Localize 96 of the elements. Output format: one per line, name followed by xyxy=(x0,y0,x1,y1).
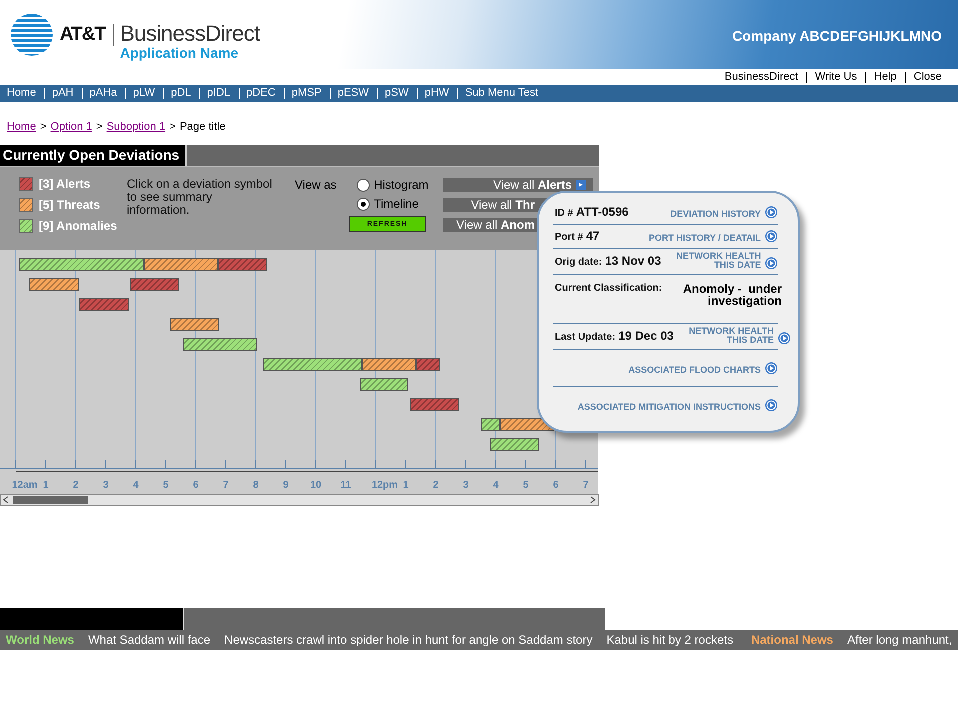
axis-label: 3 xyxy=(103,480,109,491)
axis-label: 9 xyxy=(283,480,289,491)
nav-item[interactable]: pESW xyxy=(330,88,378,99)
radio-label[interactable]: Timeline xyxy=(374,197,419,211)
axis-label: 4 xyxy=(133,480,139,491)
axis-label: 2 xyxy=(73,480,79,491)
classification-value: Anomoly - under investigation xyxy=(682,283,782,307)
breadcrumb-link[interactable]: Home xyxy=(7,121,36,133)
news-headline[interactable]: After long manhunt, xyxy=(847,633,952,647)
card-link[interactable]: ASSOCIATED MITIGATION INSTRUCTIONS xyxy=(578,398,778,412)
deviation-bar[interactable] xyxy=(490,438,539,451)
card-link[interactable]: DEVIATION HISTORY xyxy=(670,206,778,218)
deviation-bar[interactable] xyxy=(19,258,144,271)
card-link[interactable]: NETWORK HEALTH THIS DATE xyxy=(673,252,778,270)
breadcrumb-separator: > xyxy=(40,121,47,133)
nav-item[interactable]: pIDL xyxy=(199,88,239,99)
axis-label: 7 xyxy=(223,480,229,491)
header-link[interactable]: BusinessDirect xyxy=(716,72,806,82)
header-link[interactable]: Close xyxy=(904,72,950,82)
axis-label: 8 xyxy=(253,480,259,491)
axis-label: 1 xyxy=(43,480,49,491)
deviation-bar[interactable] xyxy=(144,258,218,271)
deviation-bar[interactable] xyxy=(183,338,257,351)
nav-item[interactable]: pHW xyxy=(416,88,458,99)
nav-item[interactable]: pAH xyxy=(44,88,82,99)
globe-logo-icon xyxy=(10,12,54,56)
company-name: Company ABCDEFGHIJKLMNO xyxy=(732,28,942,44)
arrow-circle-icon[interactable] xyxy=(765,230,778,242)
axis-label: 7 xyxy=(583,480,589,491)
deviation-bar[interactable] xyxy=(481,418,500,431)
horizontal-scrollbar[interactable] xyxy=(0,494,599,506)
view-all-button[interactable]: View all Alerts xyxy=(443,178,593,192)
field-label: Current Classification: xyxy=(554,283,662,294)
scroll-left-icon[interactable] xyxy=(1,495,11,505)
breadcrumb-separator: > xyxy=(96,121,103,133)
axis-label: 11 xyxy=(340,480,352,491)
arrow-circle-icon[interactable] xyxy=(765,257,778,270)
breadcrumb-link[interactable]: Suboption 1 xyxy=(106,121,166,133)
field-label: Orig date: xyxy=(555,257,602,268)
card-link[interactable]: PORT HISTORY / DEATAIL xyxy=(648,230,778,242)
field-value: 47 xyxy=(586,229,600,243)
deviation-bar[interactable] xyxy=(362,358,416,371)
box-icon xyxy=(576,180,586,190)
scroll-right-icon[interactable] xyxy=(588,495,598,505)
axis-label: 10 xyxy=(310,480,322,491)
scrollbar-thumb[interactable] xyxy=(13,496,88,504)
axis-label: 12am xyxy=(12,480,38,491)
news-headline[interactable]: Kabul is hit by 2 rockets xyxy=(606,633,734,647)
nav-item[interactable]: pSW xyxy=(377,88,417,99)
axis-label: 12pm xyxy=(372,480,398,491)
nav-item[interactable]: pLW xyxy=(125,88,164,99)
axis-label: 6 xyxy=(553,480,559,491)
nav-item[interactable]: pDL xyxy=(163,88,200,99)
deviation-bar[interactable] xyxy=(170,318,220,331)
field-label: Last Update: xyxy=(555,332,616,343)
arrow-circle-icon[interactable] xyxy=(765,362,778,374)
arrow-circle-icon[interactable] xyxy=(765,398,778,412)
news-headline[interactable]: What Saddam will face xyxy=(88,633,211,647)
view-as-label: View as xyxy=(295,178,338,192)
radio-label[interactable]: Histogram xyxy=(374,178,429,192)
nav-item[interactable]: pDEC xyxy=(238,88,284,99)
header-link[interactable]: Write Us xyxy=(806,72,866,82)
axis-label: 3 xyxy=(463,480,469,491)
application-name: Application Name xyxy=(120,44,240,60)
deviation-bar[interactable] xyxy=(28,278,79,291)
axis-label: 5 xyxy=(523,480,529,491)
field-value: 19 Dec 03 xyxy=(618,329,674,343)
deviation-bar[interactable] xyxy=(262,358,362,371)
nav-item[interactable]: Home xyxy=(0,88,44,99)
header-link[interactable]: Help xyxy=(865,72,905,82)
news-section[interactable]: World News xyxy=(6,633,74,647)
axis-label: 6 xyxy=(193,480,199,491)
radio-button[interactable] xyxy=(357,198,370,210)
arrow-circle-icon[interactable] xyxy=(778,332,791,345)
arrow-circle-icon[interactable] xyxy=(765,206,778,218)
product-name: BusinessDirect xyxy=(120,22,260,44)
deviation-bar[interactable] xyxy=(360,378,408,391)
radio-button[interactable] xyxy=(357,178,370,192)
breadcrumb-separator: > xyxy=(170,121,176,133)
nav-item[interactable]: Sub Menu Test xyxy=(457,88,547,99)
axis-label: 1 xyxy=(403,480,409,491)
instruction-text: Click on a deviation symbol to see summary information. xyxy=(127,176,274,219)
card-link[interactable]: ASSOCIATED FLOOD CHARTS xyxy=(628,362,778,374)
axis-label: 2 xyxy=(433,480,439,491)
nav-item[interactable]: pAHa xyxy=(82,88,126,99)
page-title: Page title xyxy=(180,121,226,133)
axis-label: 4 xyxy=(493,480,499,491)
card-link[interactable]: NETWORK HEALTH THIS DATE xyxy=(686,327,791,345)
axis-label: 5 xyxy=(163,480,169,491)
breadcrumb-link[interactable]: Option 1 xyxy=(50,121,92,133)
brand-name: AT&T xyxy=(60,24,114,46)
news-headline[interactable]: Newscasters crawl into spider hole in hunt for angle on Saddam story xyxy=(224,633,593,647)
panel-title: Currently Open Deviations xyxy=(0,145,187,166)
nav-item[interactable]: pMSP xyxy=(284,88,330,99)
field-label: Port # xyxy=(555,232,584,243)
field-value: 13 Nov 03 xyxy=(605,254,662,268)
